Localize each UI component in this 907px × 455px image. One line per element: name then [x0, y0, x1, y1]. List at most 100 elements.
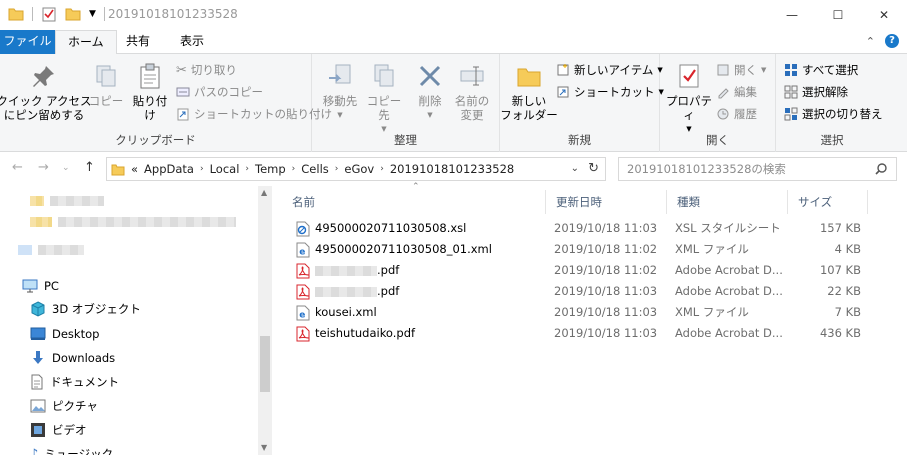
history-button[interactable]: 履歴	[716, 104, 757, 124]
chevron-right-icon[interactable]: ›	[335, 164, 339, 174]
column-name[interactable]: 名前	[282, 190, 546, 214]
sidebar-item-documents[interactable]: ドキュメント	[30, 371, 119, 393]
file-name-cell: teishutudaiko.pdf	[296, 323, 415, 344]
table-row[interactable]: teishutudaiko.pdf 2019/10/18 11:03 Adobe…	[282, 323, 872, 344]
sidebar-item-downloads[interactable]: Downloads	[30, 347, 115, 369]
redacted-item[interactable]	[30, 190, 104, 212]
pin-quick-access-button[interactable]: クイック アクセス にピン留めする	[0, 62, 92, 122]
table-row[interactable]: e 495000020711030508_01.xml 2019/10/18 1…	[282, 239, 872, 260]
chevron-down-icon: ▼	[337, 111, 343, 119]
scrollbar-thumb[interactable]	[260, 336, 270, 392]
tab-file[interactable]: ファイル	[0, 30, 55, 54]
chevron-right-icon[interactable]: ›	[245, 164, 249, 174]
sidebar-item-desktop[interactable]: Desktop	[30, 323, 99, 345]
sidebar-item-3d-objects[interactable]: 3D オブジェクト	[30, 298, 141, 320]
cut-button[interactable]: ✂ 切り取り	[176, 60, 237, 80]
back-arrow-icon[interactable]: ←	[12, 160, 23, 175]
paste-button[interactable]: 貼り付け	[128, 62, 172, 122]
table-row[interactable]: .pdf 2019/10/18 11:03 Adobe Acrobat D...…	[282, 281, 872, 302]
easy-access-button[interactable]: ショートカット ▼	[556, 82, 664, 102]
up-arrow-icon[interactable]: ↑	[84, 160, 95, 175]
new-folder-button[interactable]: 新しい フォルダー	[500, 62, 558, 122]
window-title: 20191018101233528	[108, 7, 238, 21]
redacted-item[interactable]	[18, 239, 84, 261]
sidebar-item-label: ピクチャ	[52, 399, 98, 413]
breadcrumb-local[interactable]: Local	[210, 162, 240, 176]
edit-button[interactable]: 編集	[716, 82, 757, 102]
chevron-up-icon[interactable]: ▲	[261, 188, 267, 197]
close-button[interactable]: ✕	[861, 0, 907, 30]
file-date: 2019/10/18 11:03	[554, 326, 658, 340]
column-type[interactable]: 種類	[667, 190, 788, 214]
table-row[interactable]: e kousei.xml 2019/10/18 11:03 XML ファイル 7…	[282, 302, 872, 323]
navigation-pane: PC 3D オブジェクト Desktop Downloads ドキュメント ピク…	[0, 186, 272, 455]
new-folder-icon[interactable]	[65, 6, 81, 22]
search-box[interactable]: 20191018101233528の検索	[618, 157, 897, 181]
ribbon-tabs: ファイル ホーム 共有 表示 ⌃ ?	[0, 30, 907, 55]
redacted-label	[50, 196, 104, 206]
copy-path-button[interactable]: パスのコピー	[176, 82, 263, 102]
breadcrumb-temp[interactable]: Temp	[255, 162, 286, 176]
open-button[interactable]: 開く ▼	[716, 60, 766, 80]
breadcrumb-appdata[interactable]: AppData	[144, 162, 194, 176]
breadcrumb-cells[interactable]: Cells	[301, 162, 329, 176]
paste-shortcut-button[interactable]: ショートカットの貼り付け	[176, 104, 332, 124]
minimize-button[interactable]: —	[769, 0, 815, 30]
help-icon[interactable]: ?	[885, 34, 899, 48]
file-size: 7 KB	[834, 305, 861, 319]
recent-chevron-down-icon[interactable]: ⌄	[62, 163, 70, 173]
maximize-button[interactable]: ☐	[815, 0, 861, 30]
forward-arrow-icon[interactable]: →	[38, 160, 49, 175]
navigation-pane-scrollbar[interactable]: ▲ ▼	[258, 186, 272, 455]
column-size[interactable]: サイズ	[788, 190, 868, 214]
file-name: 495000020711030508_01.xml	[315, 242, 492, 256]
copy-path-icon	[176, 87, 190, 97]
move-to-button[interactable]: 移動先 ▼	[318, 62, 362, 122]
pdf-icon	[296, 284, 310, 299]
sidebar-item-videos[interactable]: ビデオ	[30, 419, 87, 441]
delete-button[interactable]: 削除 ▼	[412, 62, 448, 122]
redacted-item[interactable]	[30, 211, 236, 233]
file-date: 2019/10/18 11:03	[554, 284, 658, 298]
copy-to-button[interactable]: コピー先 ▼	[362, 62, 406, 136]
select-all-button[interactable]: すべて選択	[784, 60, 858, 80]
sidebar-item-pc[interactable]: PC	[22, 275, 59, 297]
properties-icon[interactable]	[41, 6, 57, 22]
delete-icon	[419, 65, 441, 87]
chevron-up-icon[interactable]: ⌃	[866, 35, 875, 48]
rename-button[interactable]: 名前の 変更	[450, 62, 494, 122]
sidebar-item-label: ドキュメント	[50, 375, 119, 389]
column-date-modified[interactable]: 更新日時	[546, 190, 667, 214]
table-row[interactable]: 495000020711030508.xsl 2019/10/18 11:03 …	[282, 218, 872, 239]
open-label: 開く	[734, 63, 757, 77]
breadcrumb-overflow[interactable]: «	[131, 162, 138, 176]
refresh-icon[interactable]: ↻	[588, 161, 599, 176]
table-row[interactable]: .pdf 2019/10/18 11:02 Adobe Acrobat D...…	[282, 260, 872, 281]
chevron-down-icon[interactable]: ▼	[261, 443, 267, 452]
invert-selection-button[interactable]: 選択の切り替え	[784, 104, 883, 124]
address-bar[interactable]: « AppData › Local › Temp › Cells › eGov …	[106, 157, 606, 181]
chevron-right-icon[interactable]: ›	[200, 164, 204, 174]
sidebar-item-pictures[interactable]: ピクチャ	[30, 395, 98, 417]
tab-view[interactable]: 表示	[168, 30, 216, 54]
breadcrumb-egov[interactable]: eGov	[344, 162, 374, 176]
sidebar-item-music[interactable]: ♪ ミュージック	[30, 443, 113, 455]
tab-share[interactable]: 共有	[114, 30, 162, 54]
select-none-button[interactable]: 選択解除	[784, 82, 848, 102]
new-item-button[interactable]: 新しいアイテム ▼	[556, 60, 663, 80]
copy-button[interactable]: コピー	[86, 62, 126, 108]
file-name: .pdf	[377, 263, 400, 277]
select-all-icon	[785, 64, 797, 76]
properties-label: プロパティ	[666, 94, 712, 122]
properties-icon	[679, 64, 699, 88]
tab-home[interactable]: ホーム	[55, 30, 117, 55]
customize-qat-chevron-icon[interactable]: ▼	[89, 9, 96, 19]
file-date: 2019/10/18 11:02	[554, 242, 658, 256]
chevron-right-icon[interactable]: ›	[292, 164, 296, 174]
chevron-down-icon[interactable]: ⌄	[571, 163, 579, 174]
breadcrumb-current[interactable]: 20191018101233528	[390, 162, 514, 176]
properties-button[interactable]: プロパティ ▼	[664, 62, 714, 136]
desktop-icon	[30, 327, 46, 340]
chevron-right-icon[interactable]: ›	[380, 164, 384, 174]
xml-icon: e	[296, 242, 310, 257]
